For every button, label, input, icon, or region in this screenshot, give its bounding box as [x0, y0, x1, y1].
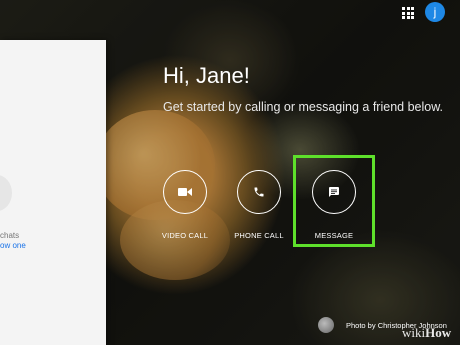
watermark-wiki: wiki: [402, 325, 426, 340]
wikihow-watermark: wikiHow: [402, 325, 451, 341]
phone-call-label: PHONE CALL: [234, 231, 284, 240]
contact-avatar: [0, 175, 12, 211]
page-subtitle: Get started by calling or messaging a fr…: [163, 100, 444, 114]
phone-call-circle[interactable]: [237, 170, 281, 214]
highlight-box: [293, 155, 375, 247]
video-call-label: VIDEO CALL: [161, 231, 209, 240]
page-title: Hi, Jane!: [163, 63, 250, 88]
contacts-sidebar: chats ow one: [0, 40, 106, 345]
watermark-how: How: [425, 325, 452, 340]
photographer-avatar: [318, 317, 334, 333]
phone-call-button[interactable]: PHONE CALL: [224, 170, 294, 240]
video-camera-icon: [178, 188, 192, 196]
apps-grid-icon[interactable]: [402, 7, 414, 19]
phone-icon: [254, 187, 264, 197]
sidebar-link[interactable]: ow one: [0, 241, 26, 250]
video-call-circle[interactable]: [163, 170, 207, 214]
sidebar-chats-text: chats: [0, 231, 20, 240]
video-call-button[interactable]: VIDEO CALL: [150, 170, 220, 240]
account-avatar[interactable]: j: [425, 2, 445, 22]
